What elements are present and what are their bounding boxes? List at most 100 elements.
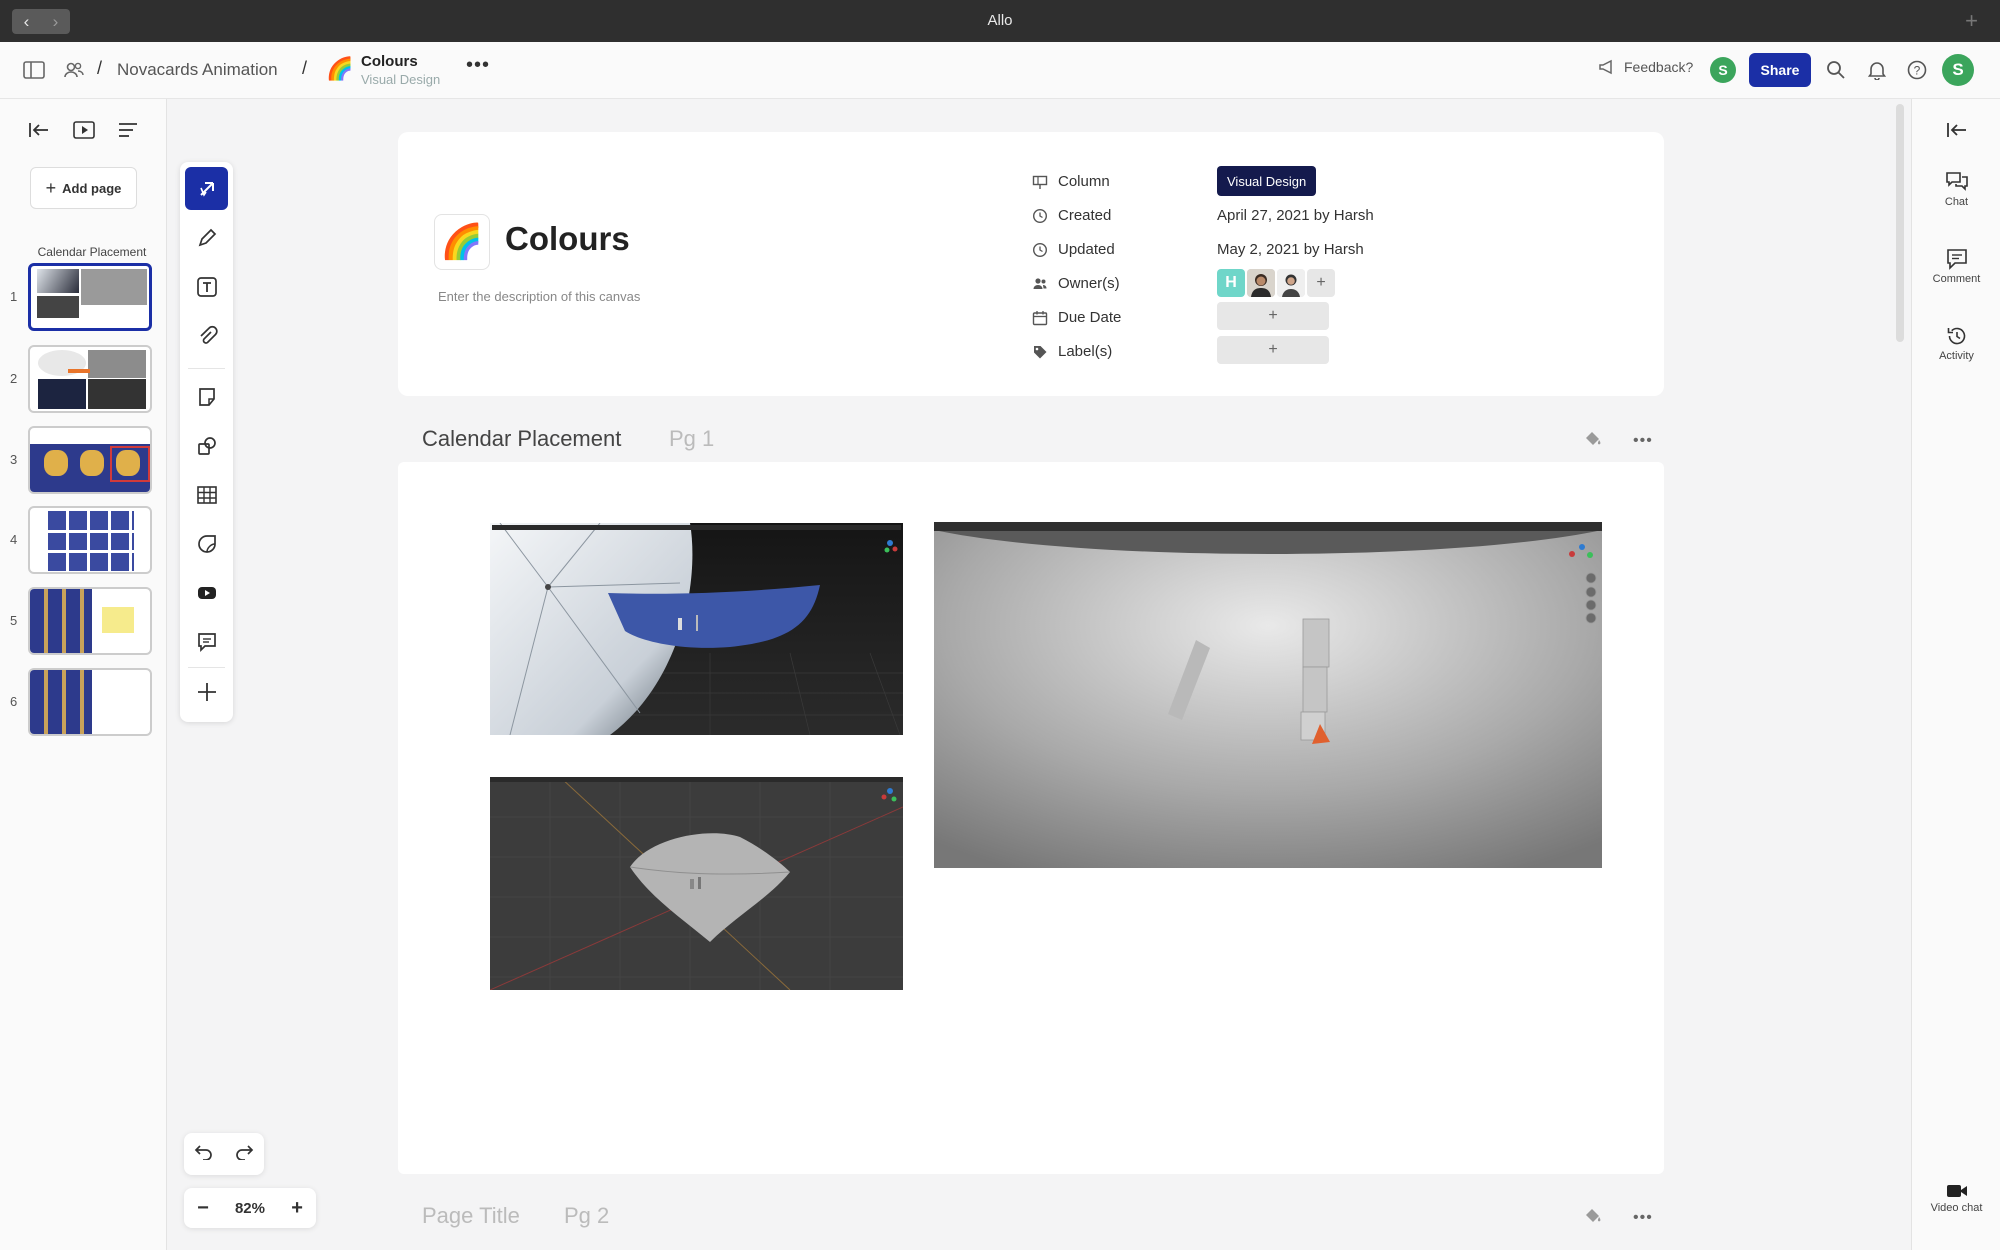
render-screenshot-viewport[interactable] bbox=[490, 777, 903, 990]
add-owner-button[interactable]: + bbox=[1307, 269, 1335, 297]
clock-icon bbox=[1032, 242, 1048, 258]
bell-icon[interactable] bbox=[1865, 58, 1889, 82]
search-icon[interactable] bbox=[1824, 58, 1848, 82]
zoom-out-icon[interactable]: − bbox=[197, 1197, 209, 1220]
toolbar-divider bbox=[188, 667, 225, 668]
page-thumbnail[interactable] bbox=[28, 506, 152, 574]
tag-icon bbox=[1034, 346, 1047, 359]
shapes-tool-icon[interactable] bbox=[185, 424, 228, 467]
updated-value: May 2, 2021 by Harsh bbox=[1217, 241, 1364, 258]
present-icon[interactable] bbox=[71, 117, 97, 143]
outline-icon[interactable] bbox=[115, 117, 141, 143]
page-number-label: Pg 1 bbox=[669, 426, 715, 451]
owner-avatar-photo[interactable] bbox=[1277, 269, 1305, 297]
paint-bucket-icon[interactable] bbox=[1583, 428, 1603, 453]
sticky-note-tool-icon[interactable] bbox=[185, 375, 228, 418]
owner-avatar[interactable]: H bbox=[1217, 269, 1245, 297]
more-tools-plus-icon[interactable] bbox=[185, 670, 228, 713]
redo-icon[interactable] bbox=[234, 1144, 254, 1165]
video-chat-button[interactable]: Video chat bbox=[1912, 1183, 2000, 1214]
clock-icon bbox=[1032, 208, 1048, 224]
page-title[interactable]: Page Title bbox=[422, 1203, 520, 1228]
team-icon[interactable] bbox=[62, 58, 86, 82]
comment-tool-icon[interactable] bbox=[185, 620, 228, 663]
user-avatar[interactable]: S bbox=[1942, 54, 1974, 86]
page-group-label: Calendar Placement bbox=[37, 245, 147, 259]
page-thumbnail-row[interactable]: 3 bbox=[0, 426, 167, 494]
page-thumbnail[interactable] bbox=[28, 345, 152, 413]
prop-label: Owner(s) bbox=[1058, 275, 1120, 292]
description-field[interactable]: Enter the description of this canvas bbox=[438, 289, 640, 304]
page-header: Page Title Pg 2 bbox=[422, 1203, 609, 1229]
page-thumbnail-row[interactable]: 4 bbox=[0, 506, 167, 574]
new-tab-icon[interactable]: + bbox=[1965, 8, 1978, 34]
canvas-info-card: 🌈 Colours Enter the description of this … bbox=[398, 132, 1664, 396]
canvas-heading[interactable]: Colours bbox=[505, 220, 630, 258]
text-tool-icon[interactable] bbox=[185, 265, 228, 308]
add-label-button[interactable]: + bbox=[1217, 336, 1329, 364]
collapse-panel-icon[interactable] bbox=[26, 117, 52, 143]
chat-icon bbox=[1945, 172, 1968, 191]
prop-label: Due Date bbox=[1058, 309, 1122, 326]
breadcrumb-workspace[interactable]: Novacards Animation bbox=[117, 60, 278, 80]
canvas-scrollbar[interactable] bbox=[1896, 104, 1904, 342]
svg-text:?: ? bbox=[1914, 64, 1921, 78]
comment-button[interactable]: Comment bbox=[1912, 248, 2000, 285]
page-more-icon[interactable]: ••• bbox=[1633, 432, 1653, 450]
history-icon bbox=[1947, 327, 1965, 345]
prop-owners: Owner(s) H + bbox=[1032, 269, 1592, 298]
pen-tool-icon[interactable] bbox=[185, 216, 228, 259]
add-page-button[interactable]: + Add page bbox=[30, 167, 137, 209]
page-thumbnail[interactable] bbox=[28, 587, 152, 655]
feedback-button[interactable]: Feedback? bbox=[1598, 59, 1693, 75]
sticker-tool-icon[interactable] bbox=[185, 522, 228, 565]
page-thumbnail-row[interactable]: 5 bbox=[0, 587, 167, 655]
page-tools: ••• bbox=[1583, 1205, 1653, 1230]
prop-created: Created April 27, 2021 by Harsh bbox=[1032, 204, 1592, 230]
people-icon bbox=[1033, 278, 1047, 289]
select-tool-icon[interactable] bbox=[185, 167, 228, 210]
toolbar-divider bbox=[188, 368, 225, 369]
page-thumbnail-row[interactable]: 1 bbox=[0, 263, 167, 331]
zoom-in-icon[interactable]: + bbox=[291, 1197, 303, 1220]
page-number: 6 bbox=[10, 694, 18, 709]
more-options-icon[interactable]: ••• bbox=[466, 54, 490, 77]
page-thumbnail[interactable] bbox=[28, 263, 152, 331]
window-titlebar: ‹ › Allo + bbox=[0, 0, 2000, 42]
youtube-tool-icon[interactable] bbox=[185, 571, 228, 614]
prop-due-date: Due Date + bbox=[1032, 302, 1592, 332]
sidebar-toggle-icon[interactable] bbox=[22, 58, 46, 82]
table-tool-icon[interactable] bbox=[185, 473, 228, 516]
owner-avatar-photo[interactable] bbox=[1247, 269, 1275, 297]
page-thumbnail[interactable] bbox=[28, 668, 152, 736]
prop-label: Created bbox=[1058, 207, 1112, 224]
page-more-icon[interactable]: ••• bbox=[1633, 1209, 1653, 1227]
activity-button[interactable]: Activity bbox=[1912, 325, 2000, 362]
share-button[interactable]: Share bbox=[1749, 53, 1811, 87]
paint-bucket-icon[interactable] bbox=[1583, 1205, 1603, 1230]
prop-label: Updated bbox=[1058, 241, 1115, 258]
undo-redo-group bbox=[184, 1133, 264, 1175]
chat-button[interactable]: Chat bbox=[1912, 171, 2000, 208]
render-screenshot-studio[interactable] bbox=[934, 522, 1602, 868]
page-thumbnail-row[interactable]: 2 bbox=[0, 345, 167, 413]
page-thumbnail-row[interactable]: 6 bbox=[0, 668, 167, 736]
page-thumbnail[interactable] bbox=[28, 426, 152, 494]
render-screenshot-umbrella[interactable] bbox=[490, 523, 903, 735]
user-avatar-small[interactable]: S bbox=[1710, 57, 1736, 83]
activity-label: Activity bbox=[1939, 350, 1974, 362]
column-pill[interactable]: Visual Design bbox=[1217, 166, 1317, 196]
undo-icon[interactable] bbox=[194, 1144, 214, 1165]
attachment-tool-icon[interactable] bbox=[185, 314, 228, 357]
prop-labels: Label(s) + bbox=[1032, 336, 1592, 366]
page-number: 5 bbox=[10, 613, 18, 628]
page-number: 3 bbox=[10, 452, 18, 467]
prop-label: Label(s) bbox=[1058, 343, 1113, 360]
help-icon[interactable]: ? bbox=[1905, 58, 1929, 82]
page-title[interactable]: Calendar Placement bbox=[422, 426, 621, 451]
add-due-date-button[interactable]: + bbox=[1217, 302, 1329, 330]
collapse-right-panel-icon[interactable] bbox=[1912, 121, 2000, 142]
canvas-emoji-icon[interactable]: 🌈 bbox=[434, 214, 490, 270]
canvas-title[interactable]: Colours bbox=[361, 53, 418, 70]
zoom-control: − 82% + bbox=[184, 1188, 316, 1228]
